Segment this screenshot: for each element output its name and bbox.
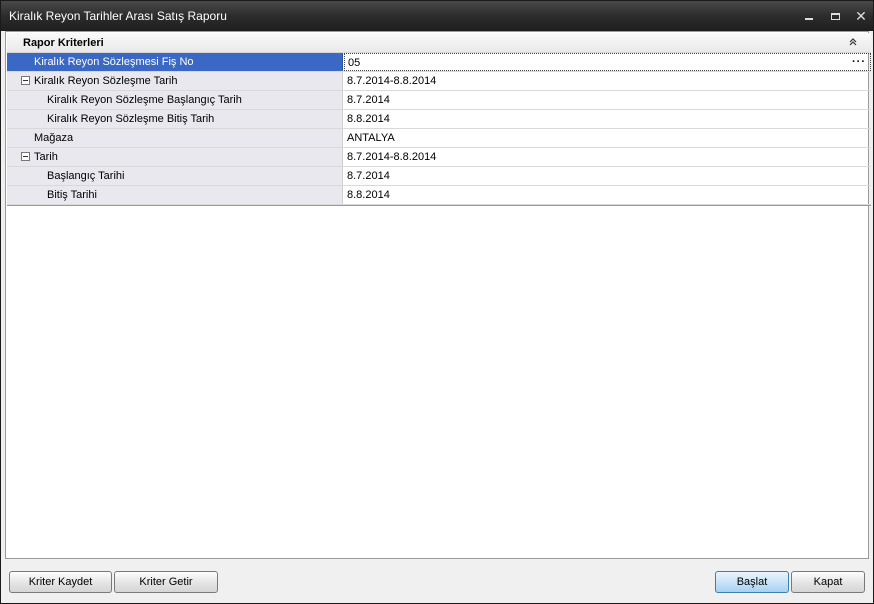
property-value-editor[interactable]: 05 ···	[344, 53, 871, 71]
property-row-sozlesme-bitis[interactable]: Kiralık Reyon Sözleşme Bitiş Tarih 8.8.2…	[7, 110, 871, 129]
report-window: Kiralık Reyon Tarihler Arası Satış Rapor…	[0, 0, 874, 604]
save-criteria-button[interactable]: Kriter Kaydet	[9, 571, 112, 593]
property-name: Kiralık Reyon Sözleşme Başlangıç Tarih	[47, 94, 242, 106]
maximize-icon	[830, 12, 840, 20]
property-name: Bitiş Tarihi	[47, 189, 97, 201]
property-name: Kiralık Reyon Sözleşmesi Fiş No	[34, 56, 194, 68]
property-row-tarih[interactable]: Tarih 8.7.2014-8.8.2014	[7, 148, 871, 167]
property-name: Mağaza	[34, 132, 74, 144]
load-criteria-button[interactable]: Kriter Getir	[114, 571, 218, 593]
property-value-cell[interactable]: 8.7.2014-8.8.2014	[344, 148, 871, 166]
button-bar: Kriter Kaydet Kriter Getir Başlat Kapat	[1, 561, 873, 603]
collapse-minus-icon[interactable]	[21, 76, 30, 85]
close-button[interactable]: Kapat	[791, 571, 865, 593]
property-row-bitis-tarihi[interactable]: Bitiş Tarihi 8.8.2014	[7, 186, 871, 205]
property-name-cell[interactable]: Tarih	[7, 148, 343, 166]
minimize-button[interactable]	[799, 7, 819, 25]
property-row-baslangic-tarihi[interactable]: Başlangıç Tarihi 8.7.2014	[7, 167, 871, 186]
close-icon: ✕	[855, 8, 867, 24]
collapse-minus-icon[interactable]	[21, 152, 30, 161]
property-row-sozlesme-baslangic[interactable]: Kiralık Reyon Sözleşme Başlangıç Tarih 8…	[7, 91, 871, 110]
ellipsis-button[interactable]: ···	[852, 56, 866, 68]
property-value-cell[interactable]: ANTALYA	[344, 129, 871, 147]
property-name: Kiralık Reyon Sözleşme Bitiş Tarih	[47, 113, 215, 125]
property-value-cell[interactable]: 8.7.2014	[344, 167, 871, 185]
property-value: 8.7.2014-8.8.2014	[347, 151, 437, 163]
property-name-cell[interactable]: Kiralık Reyon Sözleşme Başlangıç Tarih	[7, 91, 343, 109]
property-value: 8.7.2014	[347, 170, 390, 182]
property-name-cell[interactable]: Kiralık Reyon Sözleşmesi Fiş No	[7, 53, 343, 71]
property-name: Kiralık Reyon Sözleşme Tarih	[34, 75, 178, 87]
property-grid: Rapor Kriterleri Kiralık Reyon Sözleşmes…	[7, 33, 871, 206]
maximize-button[interactable]	[825, 7, 845, 25]
window-title: Kiralık Reyon Tarihler Arası Satış Rapor…	[9, 9, 227, 23]
title-bar[interactable]: Kiralık Reyon Tarihler Arası Satış Rapor…	[1, 1, 873, 31]
property-grid-panel: Rapor Kriterleri Kiralık Reyon Sözleşmes…	[5, 31, 871, 559]
property-value-cell[interactable]: 8.8.2014	[344, 110, 871, 128]
collapse-up-icon[interactable]	[847, 36, 859, 48]
property-name: Tarih	[34, 151, 58, 163]
property-name-cell[interactable]: Kiralık Reyon Sözleşme Tarih	[7, 72, 343, 90]
start-button[interactable]: Başlat	[715, 571, 789, 593]
property-name-cell[interactable]: Bitiş Tarihi	[7, 186, 343, 204]
property-name-cell[interactable]: Mağaza	[7, 129, 343, 147]
property-value-cell[interactable]: 8.7.2014-8.8.2014	[344, 72, 871, 90]
property-value-cell[interactable]: 8.7.2014	[344, 91, 871, 109]
property-row-magaza[interactable]: Mağaza ANTALYA	[7, 129, 871, 148]
property-value: ANTALYA	[347, 132, 395, 144]
property-value: 8.8.2014	[347, 189, 390, 201]
minimize-icon	[805, 18, 813, 20]
close-window-button[interactable]: ✕	[851, 7, 871, 25]
property-name-cell[interactable]: Kiralık Reyon Sözleşme Bitiş Tarih	[7, 110, 343, 128]
property-value: 8.7.2014-8.8.2014	[347, 75, 437, 87]
property-value: 8.8.2014	[347, 113, 390, 125]
property-value: 05	[348, 57, 361, 69]
property-name-cell[interactable]: Başlangıç Tarihi	[7, 167, 343, 185]
property-row-sozlesme-tarih[interactable]: Kiralık Reyon Sözleşme Tarih 8.7.2014-8.…	[7, 72, 871, 91]
property-value-cell[interactable]: 8.8.2014	[344, 186, 871, 204]
property-name: Başlangıç Tarihi	[47, 170, 125, 182]
category-header-report-criteria[interactable]: Rapor Kriterleri	[7, 33, 871, 53]
category-title: Rapor Kriterleri	[23, 37, 104, 49]
property-row-fis-no[interactable]: Kiralık Reyon Sözleşmesi Fiş No 05 ···	[7, 53, 871, 72]
property-value: 8.7.2014	[347, 94, 390, 106]
